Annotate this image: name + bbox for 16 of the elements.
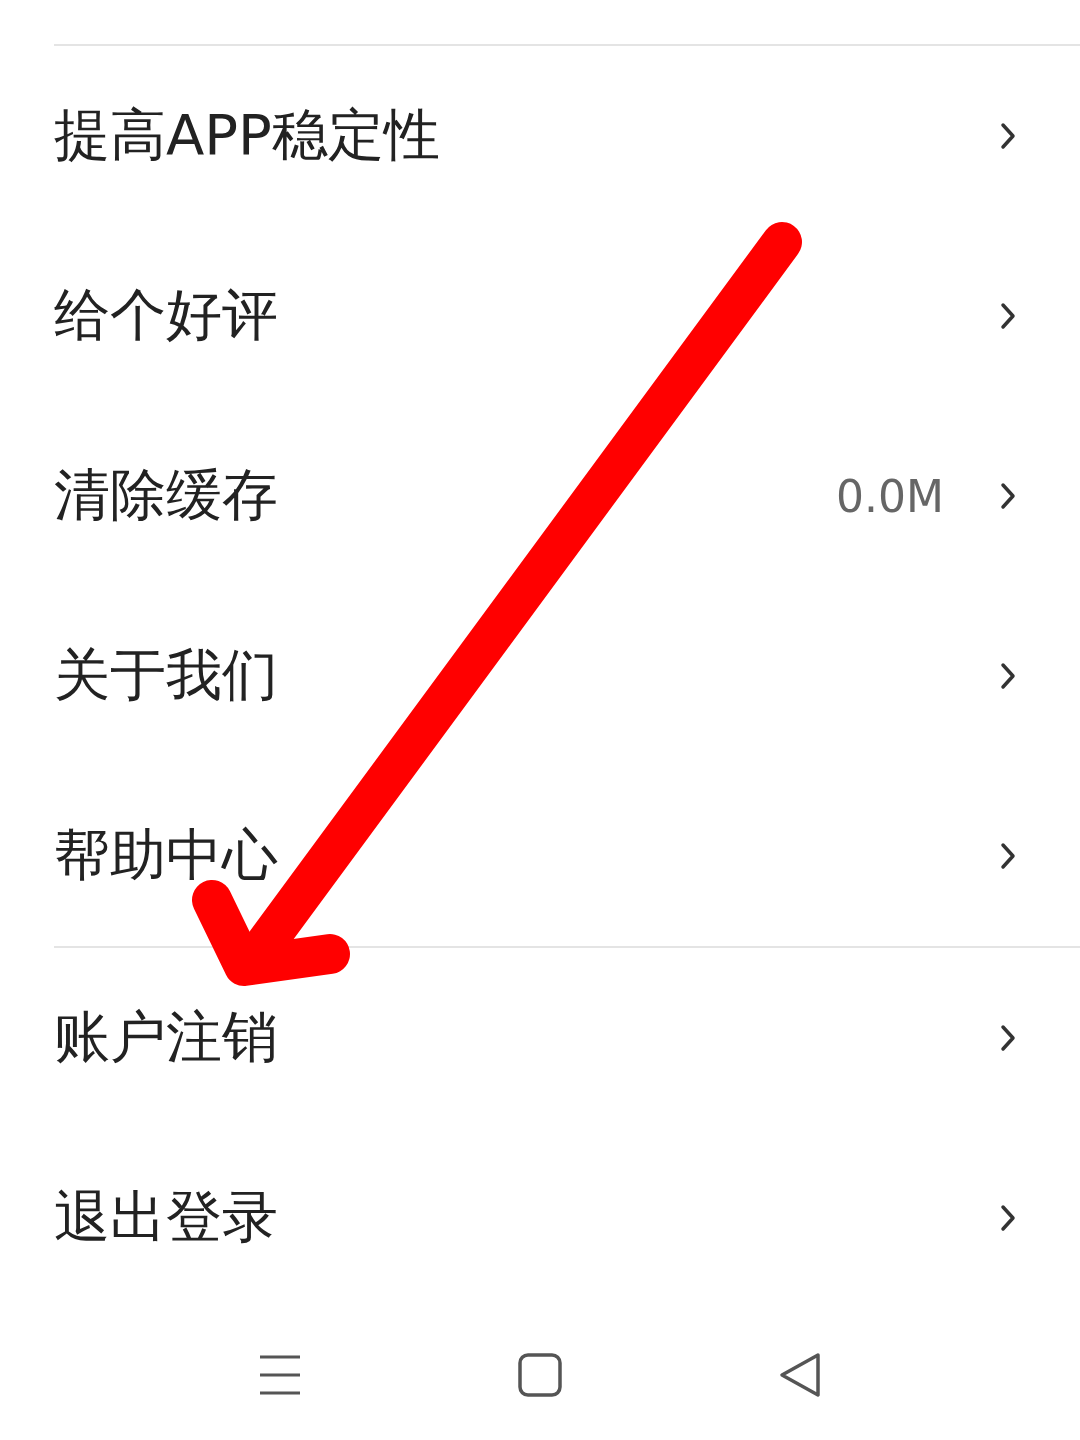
menu-item-label[interactable]: 关于我们 — [54, 638, 278, 714]
chevron-right-icon — [1000, 302, 1016, 330]
menu-item-label[interactable]: 清除缓存 — [54, 458, 278, 534]
menu-item-label[interactable]: 账户注销 — [54, 1000, 278, 1076]
chevron-right-icon — [1000, 1024, 1016, 1052]
cache-size: 0.0M — [836, 470, 944, 522]
menu-item-label[interactable]: 给个好评 — [54, 278, 278, 354]
chevron-right-icon — [1000, 842, 1016, 870]
menu-item-label[interactable]: 帮助中心 — [54, 818, 278, 894]
chevron-right-icon — [1000, 122, 1016, 150]
chevron-right-icon — [1000, 1204, 1016, 1232]
chevron-right-icon — [1000, 482, 1016, 510]
menu-item-label[interactable]: 退出登录 — [54, 1180, 278, 1256]
chevron-right-icon — [1000, 662, 1016, 690]
menu-item-label[interactable]: 提高APP稳定性 — [54, 98, 440, 174]
home-icon[interactable] — [516, 1351, 564, 1399]
